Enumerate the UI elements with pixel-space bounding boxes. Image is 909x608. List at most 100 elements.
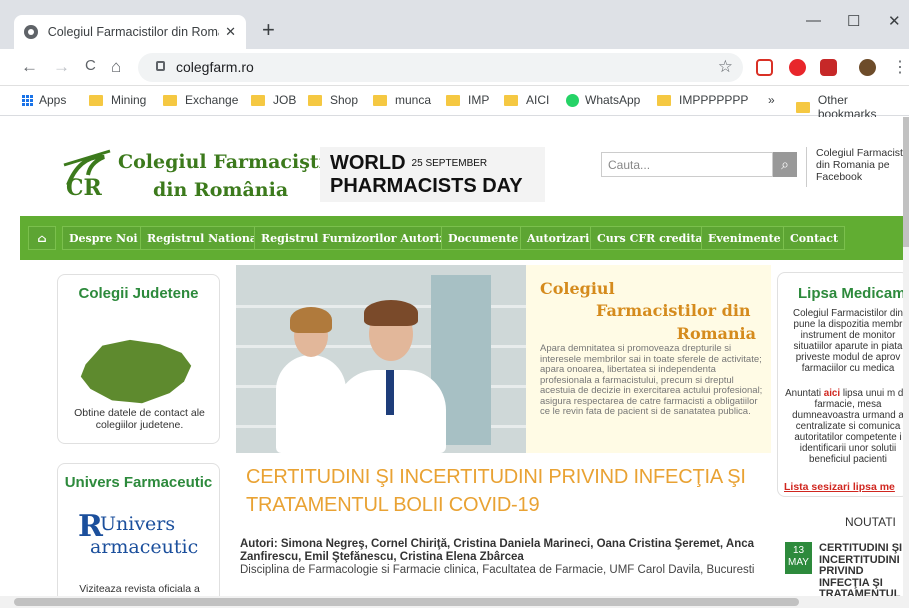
bookmark-label: IMP	[468, 93, 490, 107]
extension-red-icon[interactable]	[756, 59, 773, 76]
tab-close-icon[interactable]: ✕	[225, 24, 236, 40]
article-authors: Autori: Simona Negreş, Cornel Chiriţă, C…	[240, 538, 755, 563]
bookmark-label: Shop	[330, 93, 359, 107]
folder-icon	[163, 94, 177, 106]
web-page: CR Colegiul Farmaciştilor din România WO…	[0, 117, 909, 596]
menu-contact[interactable]: Contact	[783, 226, 846, 250]
lock-icon	[156, 61, 165, 71]
menu-curs-cfr[interactable]: Curs CFR creditat	[590, 226, 715, 250]
bookmarks-bar: Apps Mining Exchange JOB Shop munca IMP …	[0, 86, 909, 121]
bookmark-imp[interactable]: IMP	[446, 93, 489, 107]
bookmark-shop[interactable]: Shop	[308, 93, 358, 107]
active-tab[interactable]: Colegiul Farmacistilor din Romania ✕	[14, 15, 246, 49]
vertical-scrollbar[interactable]	[903, 117, 909, 596]
toolbar: ← → C ⌂ colegfarm.ro ☆ ⋮	[0, 49, 909, 86]
search-icon: ⌕	[781, 156, 789, 172]
promo-text: Apara demnitatea si promoveaza drepturil…	[540, 343, 763, 417]
menu-autorizari[interactable]: Autorizari	[520, 226, 597, 250]
horizontal-scrollbar[interactable]	[0, 596, 909, 608]
bookmark-label: Apps	[39, 93, 67, 107]
lipsa-text: Colegiul Farmacistilor din pune la dispo…	[793, 308, 903, 374]
bookmark-munca[interactable]: munca	[373, 93, 431, 107]
home-icon[interactable]: ⌂	[28, 226, 56, 250]
lipsa-text2: Anuntati aici lipsa unui m din farmacie,…	[785, 388, 909, 465]
folder-icon	[308, 94, 322, 106]
close-window-button[interactable]: ✕	[888, 12, 901, 30]
folder-icon	[446, 94, 460, 106]
bookmark-label: Exchange	[185, 93, 239, 107]
folder-icon	[657, 94, 671, 106]
menu-evenimente[interactable]: Evenimente	[701, 226, 788, 250]
new-tab-button[interactable]: +	[262, 19, 275, 41]
folder-icon	[89, 94, 103, 106]
univers-logo-text2: armaceutic	[90, 536, 199, 558]
tab-strip: Colegiul Farmacistilor din Romania ✕ + —…	[0, 0, 909, 49]
apps-grid-icon	[22, 94, 33, 106]
banner-subtitle: PHARMACISTS DAY	[330, 175, 523, 197]
bookmark-label: JOB	[273, 93, 297, 107]
profile-avatar[interactable]	[859, 59, 876, 76]
back-button[interactable]: ←	[21, 57, 38, 77]
facebook-link[interactable]: Colegiul Farmacisti din Romania pe Faceb…	[806, 147, 909, 187]
folder-icon	[373, 94, 387, 106]
search-input[interactable]: Cauta...	[601, 152, 773, 177]
folder-icon	[251, 94, 265, 106]
opera-icon[interactable]	[789, 59, 806, 76]
colegii-title: Colegii Judetene	[78, 285, 199, 302]
univers-title: Univers Farmaceutic	[64, 474, 213, 491]
menu-registrul-furnizori[interactable]: Registrul Furnizorilor Autorizati	[254, 226, 469, 250]
menu-documente[interactable]: Documente	[441, 226, 526, 250]
main-menu: ⌂ Despre Noi Registrul National Registru…	[20, 216, 909, 260]
search-button[interactable]: ⌕	[773, 152, 797, 177]
bookmark-mining[interactable]: Mining	[89, 93, 146, 107]
whatsapp-icon	[566, 93, 579, 107]
univers-text: Viziteaza revista oficiala a	[79, 583, 200, 595]
minimize-button[interactable]: —	[806, 12, 821, 29]
lipsa-medicamente-box: Lipsa Medicam Colegiul Farmacistilor din…	[777, 272, 909, 497]
romania-map[interactable]	[80, 339, 192, 404]
menu-despre-noi[interactable]: Despre Noi	[62, 226, 145, 250]
article-department: Disciplina de Farmacologie si Farmacie c…	[240, 564, 755, 576]
bookmark-label: WhatsApp	[585, 93, 641, 107]
univers-logo[interactable]: R Univers armaceutic	[78, 509, 208, 569]
colegii-judetene-box: Colegii Judetene Obtine datele de contac…	[57, 274, 220, 444]
url-text: colegfarm.ro	[176, 59, 254, 75]
folder-icon	[796, 101, 810, 113]
reload-button[interactable]: C	[85, 57, 96, 74]
promo-panel: Colegiul Farmacistilor din Romania Apara…	[526, 265, 771, 453]
pharmacists-photo	[236, 265, 526, 453]
banner-title: WORLD 25 SEPTEMBER	[330, 152, 488, 174]
home-button[interactable]: ⌂	[111, 57, 121, 77]
univers-logo-text: Univers	[100, 513, 176, 535]
bookmark-label: Mining	[111, 93, 147, 107]
globe-icon	[24, 25, 38, 39]
bookmark-star-icon[interactable]: ☆	[718, 57, 733, 77]
article-title[interactable]: CERTITUDINI ŞI INCERTITUDINI PRIVIND INF…	[246, 463, 766, 519]
menu-registrul-national[interactable]: Registrul National	[140, 226, 269, 250]
extension-badge-icon[interactable]	[820, 59, 837, 76]
bookmarks-overflow-button[interactable]: »	[768, 93, 775, 107]
lista-sesizari-link[interactable]: Lista sesizari lipsa me	[784, 481, 895, 493]
noutati-heading: NOUTATI	[845, 515, 896, 529]
promo-line1: Colegiul	[540, 279, 615, 298]
bookmark-job[interactable]: JOB	[251, 93, 296, 107]
world-pharmacists-day-banner[interactable]: WORLD 25 SEPTEMBER PHARMACISTS DAY	[320, 147, 545, 202]
address-bar[interactable]: colegfarm.ro ☆	[138, 53, 743, 82]
svg-text:CR: CR	[66, 175, 103, 200]
bookmark-exchange[interactable]: Exchange	[163, 93, 238, 107]
aici-link[interactable]: aici	[824, 388, 840, 399]
logo-emblem-icon: CR	[63, 149, 111, 200]
promo-line3: Romania	[676, 324, 756, 343]
news-title[interactable]: CERTITUDINI ŞI INCERTITUDINI PRIVIND INF…	[819, 542, 909, 596]
maximize-button[interactable]: ☐	[847, 12, 860, 30]
bookmark-aici[interactable]: AICI	[504, 93, 549, 107]
logo-line2: din România	[153, 179, 289, 201]
news-date: 13 MAY	[785, 542, 812, 574]
menu-icon[interactable]: ⋮	[892, 57, 908, 77]
forward-button[interactable]: →	[53, 57, 70, 77]
bookmark-apps[interactable]: Apps	[22, 93, 66, 107]
bookmark-label: IMPPPPPPP	[679, 93, 749, 107]
bookmark-whatsapp[interactable]: WhatsApp	[566, 93, 640, 107]
bookmark-impppppppp[interactable]: IMPPPPPPP	[657, 93, 748, 107]
colegii-text: Obtine datele de contact ale colegiilor …	[74, 407, 205, 431]
